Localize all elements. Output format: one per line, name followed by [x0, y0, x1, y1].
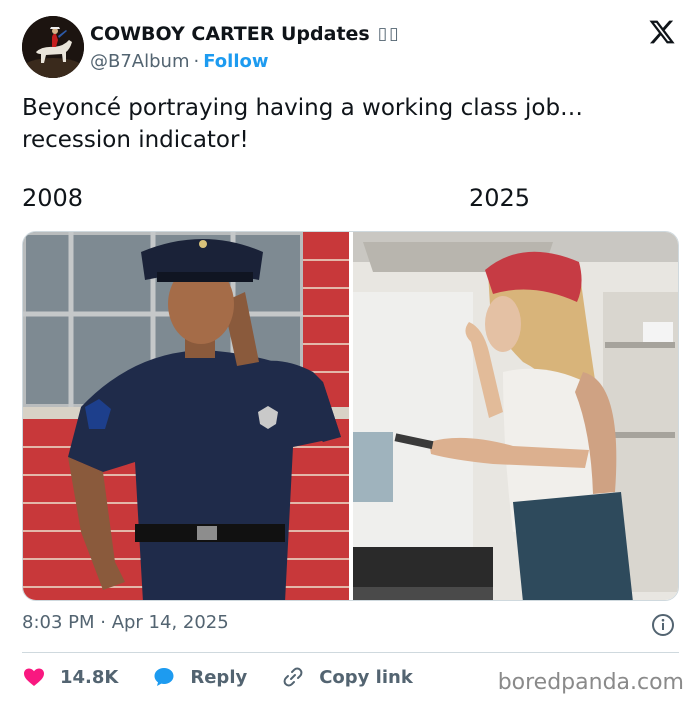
- reply-button[interactable]: Reply: [152, 665, 247, 689]
- author-display-name[interactable]: COWBOY CARTER Updates: [90, 23, 370, 45]
- avatar-image: [22, 16, 84, 78]
- diner-worker-photo: [353, 232, 678, 600]
- copy-link-button[interactable]: Copy link: [281, 665, 413, 689]
- like-count: 14.8K: [60, 666, 119, 688]
- police-officer-photo: [23, 232, 349, 600]
- year-label-left: 2008: [22, 184, 84, 212]
- name-emoji-glyphs: ▯▯: [377, 24, 401, 44]
- reply-label: Reply: [190, 666, 248, 688]
- action-bar: 14.8K Reply Copy link: [22, 664, 447, 690]
- tweet-text: Beyoncé portraying having a working clas…: [22, 92, 682, 156]
- author-name-row: COWBOY CARTER Updates ▯▯: [90, 22, 400, 46]
- divider: [22, 652, 679, 653]
- author-handle[interactable]: @B7Album: [90, 51, 189, 72]
- watermark: boredpanda.com: [497, 670, 684, 695]
- x-logo-icon[interactable]: [648, 18, 676, 46]
- tweet-text-line-2: recession indicator!: [22, 127, 249, 153]
- tweet-timestamp[interactable]: 8:03 PM · Apr 14, 2025: [22, 612, 229, 633]
- speech-bubble-icon: [154, 668, 174, 686]
- link-icon: [283, 667, 303, 687]
- tweet-header: COWBOY CARTER Updates ▯▯ @B7Album · Foll…: [22, 16, 682, 78]
- follow-button[interactable]: Follow: [203, 51, 268, 72]
- photo-left[interactable]: [23, 232, 349, 600]
- info-icon[interactable]: [651, 613, 675, 637]
- heart-icon: [24, 668, 44, 686]
- photo-right[interactable]: [353, 232, 678, 600]
- handle-separator: ·: [193, 50, 200, 72]
- copy-link-label: Copy link: [319, 666, 413, 688]
- year-label-right: 2025: [469, 184, 531, 212]
- author-handle-row: @B7Album · Follow: [90, 49, 269, 73]
- tweet-text-line-1: Beyoncé portraying having a working clas…: [22, 95, 584, 121]
- like-button[interactable]: 14.8K: [22, 665, 118, 689]
- tweet-media[interactable]: [22, 231, 679, 601]
- avatar[interactable]: [22, 16, 84, 78]
